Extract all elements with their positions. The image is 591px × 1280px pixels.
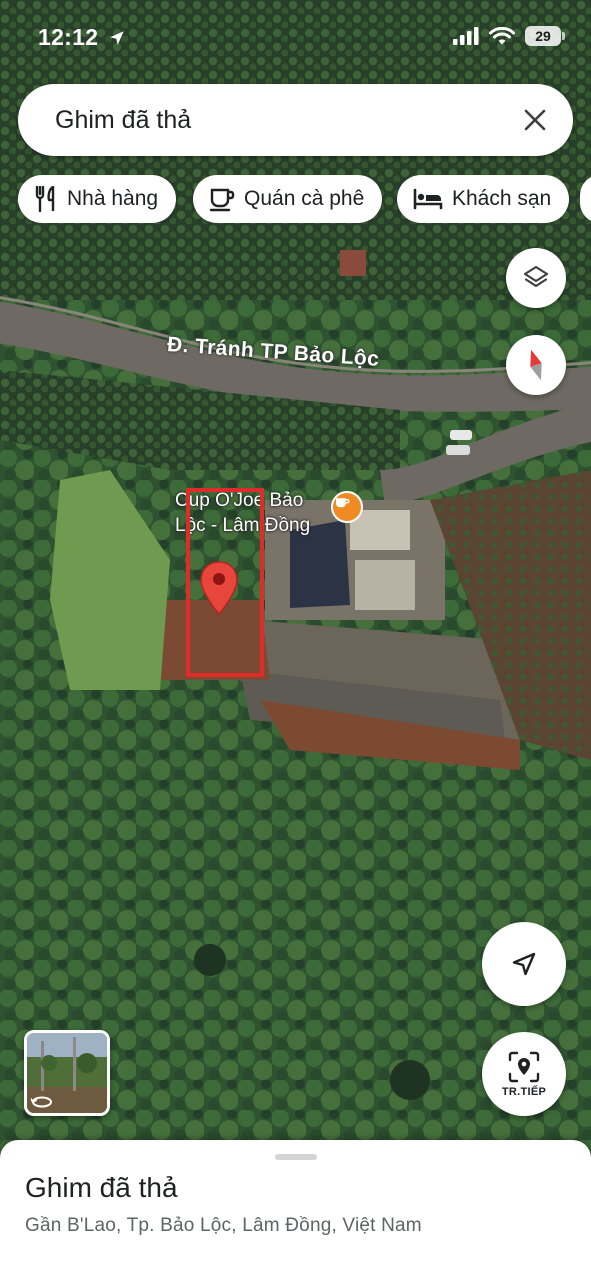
battery-icon: 29 — [525, 26, 565, 46]
coffee-icon — [209, 186, 235, 212]
place-title: Ghim đã thả — [25, 1172, 178, 1203]
battery-level: 29 — [535, 28, 551, 44]
chip-more[interactable] — [580, 175, 591, 223]
chip-restaurants[interactable]: Nhà hàng — [18, 175, 177, 223]
status-bar: 12:12 29 — [0, 0, 591, 76]
navigation-arrow-icon — [512, 952, 536, 976]
category-chips: Nhà hàng Quán cà phê Khách sạn — [18, 175, 591, 223]
chip-label: Quán cà phê — [244, 187, 365, 210]
compass-button[interactable] — [506, 335, 566, 395]
place-bottom-sheet[interactable]: Ghim đã thả Gần B'Lao, Tp. Bảo Lộc, Lâm … — [0, 1140, 591, 1280]
location-arrow-icon — [110, 31, 124, 45]
chip-coffee-shops[interactable]: Quán cà phê — [193, 175, 383, 223]
status-time: 12:12 — [38, 24, 126, 51]
restaurant-icon — [34, 186, 58, 212]
poi-coffee-icon[interactable] — [331, 491, 363, 523]
live-view-pin-icon — [508, 1051, 540, 1082]
clear-search-button[interactable] — [505, 90, 565, 150]
cellular-signal-icon — [453, 27, 479, 45]
street-view-thumbnail[interactable] — [24, 1030, 110, 1116]
chip-label: Khách sạn — [452, 187, 552, 210]
hotel-icon — [413, 188, 443, 210]
chip-label: Nhà hàng — [67, 187, 159, 210]
live-view-button[interactable]: TR.TIẾP — [482, 1032, 566, 1116]
coffee-icon — [336, 498, 350, 508]
map-layers-button[interactable] — [506, 248, 566, 308]
chip-hotels[interactable]: Khách sạn — [397, 175, 570, 223]
rotate-360-icon — [31, 1096, 52, 1108]
live-view-label: TR.TIẾP — [501, 1085, 547, 1098]
layers-icon — [523, 265, 549, 288]
status-icons: 29 — [453, 26, 565, 46]
compass-icon — [530, 349, 542, 381]
dropped-pin-icon[interactable] — [199, 560, 239, 616]
search-bar[interactable]: Ghim đã thả — [18, 84, 573, 156]
my-location-button[interactable] — [482, 922, 566, 1006]
wifi-icon — [489, 26, 515, 44]
close-icon — [524, 109, 546, 131]
place-address: Gần B'Lao, Tp. Bảo Lộc, Lâm Đồng, Việt N… — [25, 1215, 422, 1236]
sheet-drag-handle[interactable] — [275, 1154, 317, 1160]
search-query[interactable]: Ghim đã thả — [55, 106, 505, 135]
